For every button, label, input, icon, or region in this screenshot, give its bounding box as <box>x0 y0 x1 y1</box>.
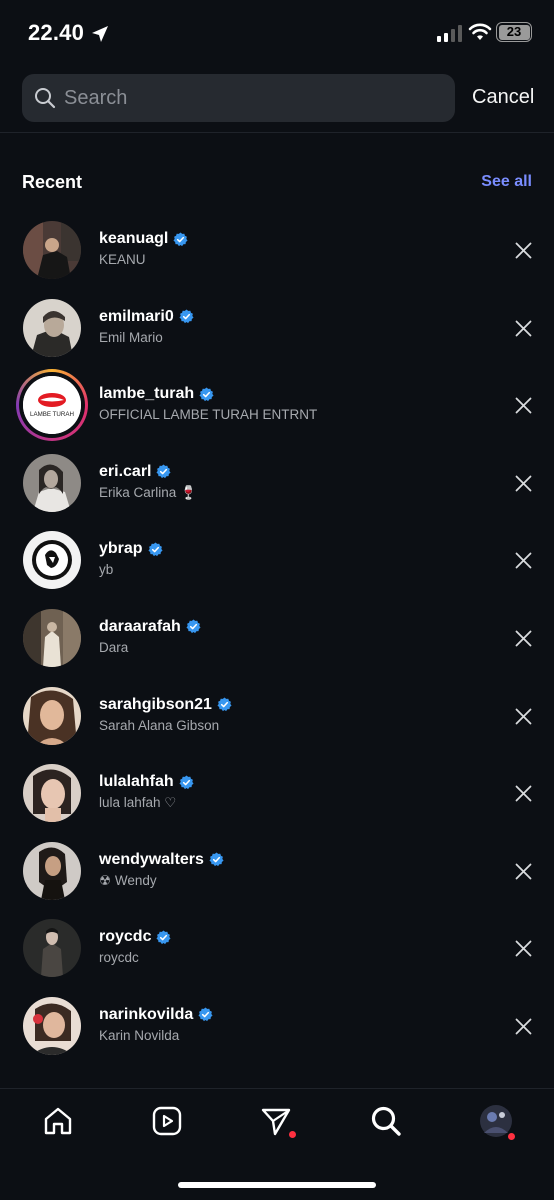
avatar <box>480 1105 512 1137</box>
see-all-link[interactable]: See all <box>481 173 532 191</box>
send-icon <box>261 1108 291 1136</box>
recent-item[interactable]: roycdc roycdc <box>0 910 554 988</box>
close-icon[interactable] <box>515 320 532 337</box>
close-icon[interactable] <box>515 1018 532 1035</box>
username: eri.carl <box>99 462 152 480</box>
story-ring[interactable]: LAMBE TURAH <box>16 369 88 442</box>
full-name: Karin Novilda <box>99 1027 180 1043</box>
full-name: Emil Mario <box>99 329 163 345</box>
search-icon <box>371 1106 401 1136</box>
verified-badge-icon <box>198 1007 213 1022</box>
reels-icon <box>152 1106 182 1136</box>
avatar[interactable] <box>23 919 81 978</box>
verified-badge-icon <box>148 542 163 556</box>
verified-badge-icon <box>156 930 171 944</box>
username: keanuagl <box>99 230 169 247</box>
username: roycdc <box>99 928 152 946</box>
full-name: roycdc <box>99 950 139 966</box>
status-bar: 22.40 23 <box>0 0 554 66</box>
avatar-logo-text: LAMBE TURAH <box>30 411 74 418</box>
full-name: ☢ Wendy <box>99 872 157 888</box>
recent-item[interactable]: emilmari0 Emil Mario <box>0 290 554 368</box>
username: lambe_turah <box>99 385 195 403</box>
close-icon[interactable] <box>515 785 532 802</box>
avatar[interactable] <box>23 221 81 279</box>
avatar[interactable] <box>23 453 81 512</box>
username: narinkovilda <box>99 1005 194 1023</box>
notification-dot <box>508 1133 515 1140</box>
full-name: OFFICIAL LAMBE TURAH ENTRNT <box>99 407 318 423</box>
tab-profile[interactable] <box>480 1105 515 1140</box>
avatar: LAMBE TURAH <box>23 376 81 435</box>
search-box[interactable] <box>22 74 455 122</box>
tab-search[interactable] <box>370 1105 402 1137</box>
username: ybrap <box>99 540 143 558</box>
verified-badge-icon <box>156 464 172 479</box>
close-icon[interactable] <box>515 397 532 414</box>
close-icon[interactable] <box>515 863 532 880</box>
home-icon <box>44 1107 72 1135</box>
verified-badge-icon <box>209 852 224 867</box>
avatar[interactable] <box>23 531 81 590</box>
recent-item[interactable]: keanuagl KEANU <box>0 212 554 290</box>
full-name: Sarah Alana Gibson <box>99 717 220 733</box>
close-icon[interactable] <box>515 708 532 725</box>
recent-item[interactable]: lulalahfah lula lahfah ♡ <box>0 755 554 833</box>
battery-icon: 23 <box>496 22 532 42</box>
verified-badge-icon <box>179 775 194 789</box>
notification-dot <box>289 1131 296 1138</box>
search-row: Cancel <box>22 74 538 122</box>
avatar[interactable] <box>23 608 81 667</box>
recent-item[interactable]: sarahgibson21 Sarah Alana Gibson <box>0 678 554 756</box>
recent-item[interactable]: eri.carl Erika Carlina 🍷 <box>0 445 554 523</box>
full-name: yb <box>99 562 114 578</box>
close-icon[interactable] <box>515 242 532 259</box>
cellular-signal-icon <box>437 25 462 42</box>
verified-badge-icon <box>179 309 194 324</box>
full-name: lula lahfah ♡ <box>99 795 177 811</box>
username: lulalahfah <box>99 773 174 791</box>
battery-level: 23 <box>498 24 530 40</box>
username: wendywalters <box>99 850 204 868</box>
username: sarahgibson21 <box>99 695 212 713</box>
avatar[interactable] <box>23 996 81 1055</box>
username: emilmari0 <box>99 307 174 325</box>
recent-header: Recent See all <box>22 172 532 196</box>
location-arrow-icon <box>92 26 108 42</box>
tab-reels[interactable] <box>151 1105 183 1137</box>
recent-item[interactable]: daraarafah Dara <box>0 600 554 678</box>
recent-item[interactable]: ybrap yb <box>0 522 554 600</box>
full-name: Erika Carlina 🍷 <box>99 484 197 500</box>
recent-item[interactable]: LAMBE TURAH lambe_turah OFFICIAL LAMBE T… <box>0 367 554 445</box>
avatar[interactable] <box>23 764 81 823</box>
verified-badge-icon <box>199 387 214 401</box>
avatar[interactable] <box>23 298 81 357</box>
wifi-icon <box>468 23 492 40</box>
close-icon[interactable] <box>515 940 532 957</box>
recent-item[interactable]: narinkovilda Karin Novilda <box>0 988 554 1066</box>
recent-list: keanuagl KEANU emilmari0 Emil Mario LAMB… <box>0 212 554 1066</box>
full-name: Dara <box>99 639 129 655</box>
avatar[interactable] <box>23 841 81 900</box>
username: daraarafah <box>99 617 181 635</box>
tab-direct[interactable] <box>260 1105 296 1138</box>
full-name: KEANU <box>99 252 146 267</box>
cancel-button[interactable]: Cancel <box>472 86 534 109</box>
recent-title: Recent <box>22 172 83 192</box>
close-icon[interactable] <box>515 475 532 492</box>
tab-home[interactable] <box>42 1105 74 1137</box>
verified-badge-icon <box>186 619 201 634</box>
recent-item[interactable]: wendywalters ☢ Wendy <box>0 833 554 911</box>
close-icon[interactable] <box>515 630 532 647</box>
search-input[interactable] <box>64 74 444 122</box>
close-icon[interactable] <box>515 552 532 569</box>
header-divider <box>0 132 554 133</box>
status-time: 22.40 <box>28 20 85 45</box>
verified-badge-icon <box>217 697 232 712</box>
avatar[interactable] <box>23 686 81 745</box>
search-icon <box>35 88 56 109</box>
verified-badge-icon <box>173 231 188 246</box>
home-indicator <box>178 1182 376 1188</box>
